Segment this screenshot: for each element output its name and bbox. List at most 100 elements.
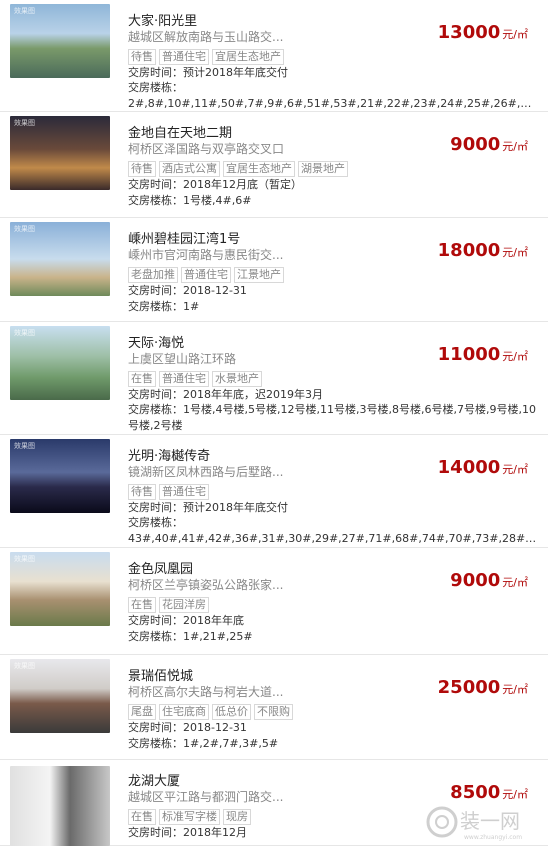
listing-address: 越城区解放南路与玉山路交... bbox=[128, 30, 284, 44]
delivery-buildings: 交房楼栋：2#,8#,10#,11#,50#,7#,9#,6#,51#,53#,… bbox=[128, 81, 538, 110]
price-unit: 元/㎡ bbox=[502, 350, 528, 363]
listing-tags: 在售 普通住宅 水景地产 bbox=[128, 367, 265, 387]
listing-tag: 在售 bbox=[128, 809, 156, 825]
listing-address: 柯桥区高尔夫路与柯岩大道... bbox=[128, 685, 284, 699]
listing-tag: 住宅底商 bbox=[159, 704, 209, 720]
listing-tag: 湖景地产 bbox=[298, 161, 348, 177]
delivery-buildings: 交房楼栋：1#,21#,25# bbox=[128, 630, 253, 643]
listing-item[interactable]: 效果图 金色凤凰园 柯桥区兰亭镇姿弘公路张家... 在售 花园洋房 交房时间：2018年年… bbox=[0, 548, 548, 655]
listing-name[interactable]: 大家·阳光里 bbox=[128, 10, 197, 29]
listing-tag: 尾盘 bbox=[128, 704, 156, 720]
listing-address: 柯桥区泽国路与双亭路交叉口 bbox=[128, 142, 285, 156]
price-unit: 元/㎡ bbox=[502, 788, 528, 801]
price-value: 18000 bbox=[437, 240, 501, 261]
site-logo: 装一网 www.zhuangyi.com bbox=[426, 806, 522, 841]
listing-name[interactable]: 光明·海樾传奇 bbox=[128, 445, 210, 464]
listing-tags: 在售 标准写字楼 现房 bbox=[128, 805, 254, 825]
listing-tag: 宜居生态地产 bbox=[223, 161, 295, 177]
delivery-buildings: 交房楼栋：1#,2#,7#,3#,5# bbox=[128, 737, 279, 750]
listing-item[interactable]: 效果图 大家·阳光里 越城区解放南路与玉山路交... 待售 普通住宅 宜居生态地产 交房时间… bbox=[0, 0, 548, 112]
price-unit: 元/㎡ bbox=[502, 246, 528, 259]
delivery-buildings: 交房楼栋：43#,40#,41#,42#,36#,31#,30#,29#,27#… bbox=[128, 516, 538, 545]
price-unit: 元/㎡ bbox=[502, 576, 528, 589]
listing-thumbnail[interactable]: 效果图 bbox=[10, 552, 110, 626]
delivery-buildings: 交房楼栋：1号楼,4#,6# bbox=[128, 194, 252, 207]
listing-name[interactable]: 金色凤凰园 bbox=[128, 558, 193, 577]
logo-subtext: www.zhuangyi.com bbox=[464, 834, 522, 841]
listing-price: 9000 元/㎡ bbox=[450, 134, 528, 155]
listing-item[interactable]: 效果图 嵊州碧桂园江湾1号 嵊州市官河南路与惠民街交... 老盘加推 普通住宅 江景地产交… bbox=[0, 218, 548, 322]
listing-tag: 低总价 bbox=[212, 704, 251, 720]
listing-address: 上虞区望山路江环路 bbox=[128, 352, 237, 366]
delivery-time: 交房时间：2018-12-31 bbox=[128, 284, 247, 297]
listing-item[interactable]: 效果图 光明·海樾传奇 镜湖新区凤林西路与后墅路... 待售 普通住宅 交房时间：预计20… bbox=[0, 435, 548, 548]
listing-tag: 宜居生态地产 bbox=[212, 49, 284, 65]
price-value: 11000 bbox=[437, 344, 501, 365]
thumbnail-watermark: 效果图 bbox=[14, 662, 35, 670]
listing-item[interactable]: 效果图 天际·海悦 上虞区望山路江环路 在售 普通住宅 水景地产 交房时间：2018年年底，… bbox=[0, 322, 548, 435]
thumbnail-watermark: 效果图 bbox=[14, 7, 35, 15]
price-value: 8500 bbox=[450, 782, 501, 803]
listing-price: 18000 元/㎡ bbox=[438, 240, 528, 261]
thumbnail-watermark: 效果图 bbox=[14, 555, 35, 563]
listing-thumbnail[interactable]: 效果图 bbox=[10, 659, 110, 733]
listing-tags: 待售 普通住宅 宜居生态地产 bbox=[128, 45, 287, 65]
price-value: 14000 bbox=[437, 457, 501, 478]
listing-tag: 现房 bbox=[223, 809, 251, 825]
listing-price: 11000 元/㎡ bbox=[438, 344, 528, 365]
listing-address: 嵊州市官河南路与惠民街交... bbox=[128, 248, 284, 262]
delivery-time: 交房时间：2018-12-31 bbox=[128, 721, 247, 734]
listing-tag: 老盘加推 bbox=[128, 267, 178, 283]
listing-tag: 待售 bbox=[128, 49, 156, 65]
listing-tag: 酒店式公寓 bbox=[159, 161, 220, 177]
listing-price: 13000 元/㎡ bbox=[438, 22, 528, 43]
delivery-time: 交房时间：2018年12月底（暂定） bbox=[128, 178, 302, 191]
listing-tag: 普通住宅 bbox=[159, 371, 209, 387]
listing-price: 14000 元/㎡ bbox=[438, 457, 528, 478]
listing-thumbnail[interactable]: 效果图 bbox=[10, 222, 110, 296]
listing-tags: 待售 酒店式公寓 宜居生态地产 湖景地产 bbox=[128, 157, 351, 177]
listing-tags: 老盘加推 普通住宅 江景地产 bbox=[128, 263, 287, 283]
price-unit: 元/㎡ bbox=[502, 683, 528, 696]
listing-price: 9000 元/㎡ bbox=[450, 570, 528, 591]
listing-name[interactable]: 龙湖大厦 bbox=[128, 770, 180, 789]
price-value: 13000 bbox=[437, 22, 501, 43]
listing-thumbnail[interactable]: 效果图 bbox=[10, 326, 110, 400]
listing-name[interactable]: 金地自在天地二期 bbox=[128, 122, 232, 141]
listing-tag: 待售 bbox=[128, 161, 156, 177]
delivery-buildings: 交房楼栋：1# bbox=[128, 300, 200, 313]
listing-tag: 水景地产 bbox=[212, 371, 262, 387]
delivery-buildings: 交房楼栋：1号楼,4号楼,5号楼,12号楼,11号楼,3号楼,8号楼,6号楼,7… bbox=[128, 403, 536, 432]
listing-item[interactable]: 效果图 金地自在天地二期 柯桥区泽国路与双亭路交叉口 待售 酒店式公寓 宜居生态地产 湖景地… bbox=[0, 112, 548, 218]
listing-name[interactable]: 景瑞佰悦城 bbox=[128, 665, 193, 684]
listing-name[interactable]: 天际·海悦 bbox=[128, 332, 184, 351]
listing-thumbnail[interactable]: 效果图 bbox=[10, 439, 110, 513]
listing-thumbnail[interactable]: 效果图 bbox=[10, 4, 110, 78]
delivery-time: 交房时间：预计2018年年底交付 bbox=[128, 66, 288, 79]
listing-price: 8500 元/㎡ bbox=[450, 782, 528, 803]
listing-tags: 在售 花园洋房 bbox=[128, 593, 212, 613]
listing-tags: 待售 普通住宅 bbox=[128, 480, 212, 500]
thumbnail-watermark: 效果图 bbox=[14, 119, 35, 127]
listing-price: 25000 元/㎡ bbox=[438, 677, 528, 698]
price-value: 25000 bbox=[437, 677, 501, 698]
delivery-time: 交房时间：预计2018年年底交付 bbox=[128, 501, 288, 514]
listing-tag: 普通住宅 bbox=[181, 267, 231, 283]
listing-tag: 标准写字楼 bbox=[159, 809, 220, 825]
listing-tag: 不限购 bbox=[254, 704, 293, 720]
delivery-time: 交房时间：2018年年底 bbox=[128, 614, 244, 627]
listing-address: 越城区平江路与都泗门路交... bbox=[128, 790, 284, 804]
logo-text: 装一网 bbox=[460, 809, 520, 833]
listing-thumbnail[interactable] bbox=[10, 766, 110, 846]
thumbnail-watermark: 效果图 bbox=[14, 442, 35, 450]
listing-tag: 在售 bbox=[128, 597, 156, 613]
price-value: 9000 bbox=[450, 570, 501, 591]
listing-thumbnail[interactable]: 效果图 bbox=[10, 116, 110, 190]
listing-item[interactable]: 效果图 景瑞佰悦城 柯桥区高尔夫路与柯岩大道... 尾盘 住宅底商 低总价 不限购 交房时间：… bbox=[0, 655, 548, 760]
price-unit: 元/㎡ bbox=[502, 140, 528, 153]
listing-name[interactable]: 嵊州碧桂园江湾1号 bbox=[128, 228, 240, 247]
listing-tag: 花园洋房 bbox=[159, 597, 209, 613]
listing-address: 镜湖新区凤林西路与后墅路... bbox=[128, 465, 284, 479]
delivery-time: 交房时间：2018年年底，迟2019年3月 bbox=[128, 388, 323, 401]
listing-tag: 普通住宅 bbox=[159, 49, 209, 65]
